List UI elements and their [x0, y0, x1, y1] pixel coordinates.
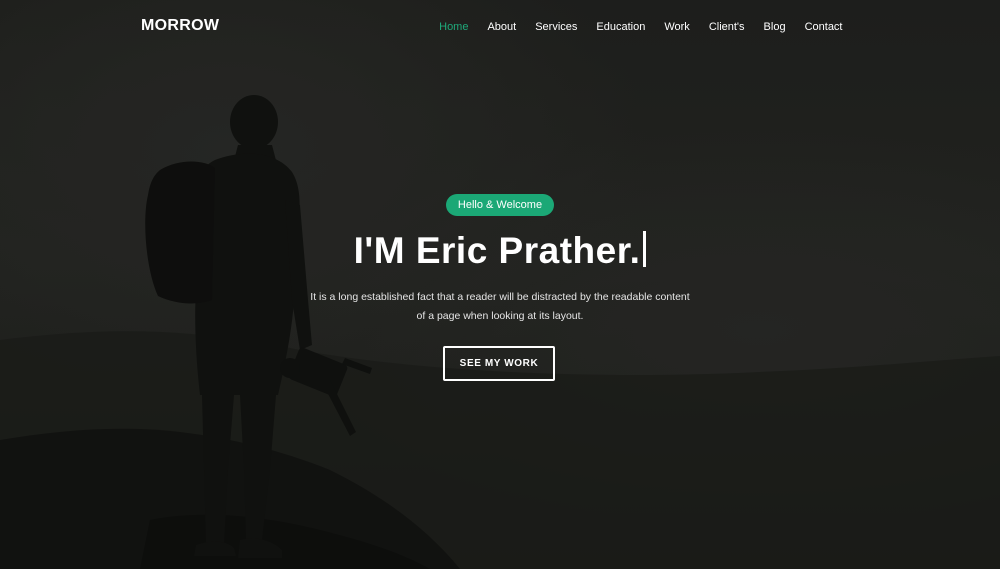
- headline-text: I'M Eric Prather.: [353, 230, 641, 271]
- description-line-1: It is a long established fact that a rea…: [310, 291, 690, 303]
- hero-content: Hello & Welcome I'M Eric Prather. It is …: [0, 0, 1000, 569]
- hero-description: It is a long established fact that a rea…: [300, 288, 700, 325]
- see-my-work-button[interactable]: SEE MY WORK: [443, 346, 555, 381]
- welcome-badge: Hello & Welcome: [446, 194, 554, 216]
- hero-headline: I'M Eric Prather.: [0, 226, 1000, 276]
- typing-cursor: [643, 231, 647, 267]
- description-line-2: of a page when looking at its layout.: [416, 309, 584, 322]
